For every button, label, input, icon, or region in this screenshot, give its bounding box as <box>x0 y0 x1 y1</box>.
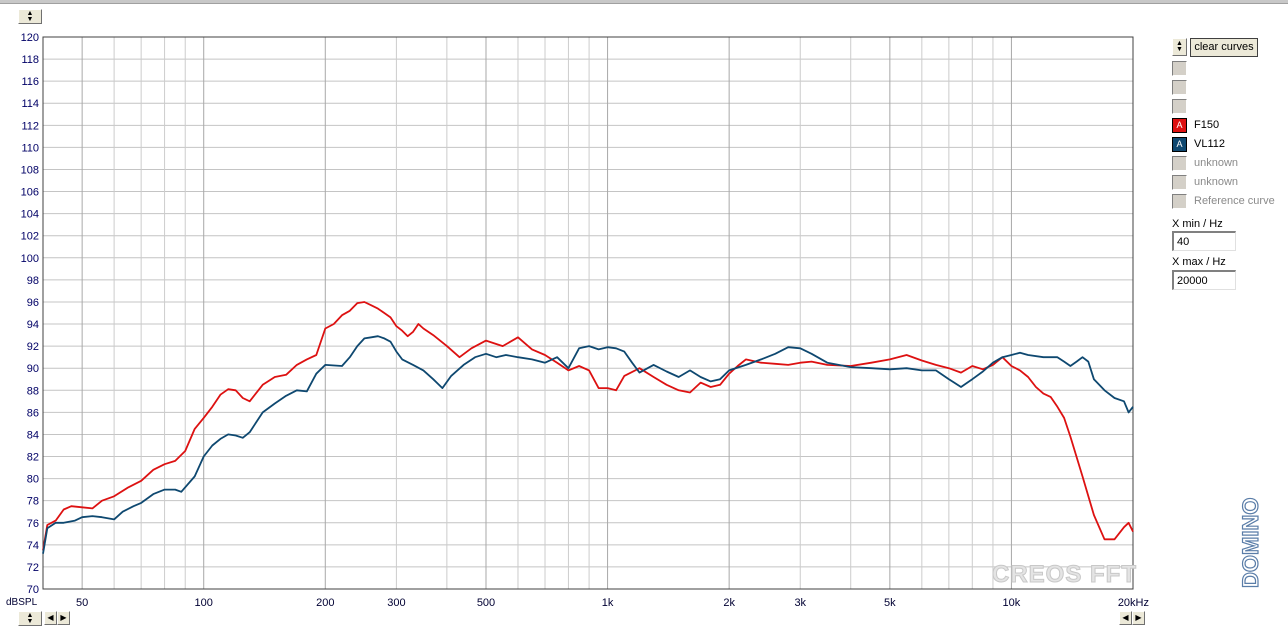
x-tick-label: 200 <box>316 597 334 609</box>
y-tick-label: 72 <box>27 562 39 574</box>
y-tick-label: 116 <box>21 76 39 88</box>
xmin-label: X min / Hz <box>1172 218 1223 230</box>
domino-logo-text: DOMINO <box>1238 498 1263 588</box>
curve-slot-toggle[interactable] <box>1172 99 1187 114</box>
y-tick-label: 108 <box>21 164 39 176</box>
xmin-input[interactable] <box>1172 231 1236 251</box>
x-tick-label: 2k <box>723 597 735 609</box>
curve-slot-toggle[interactable] <box>1172 80 1187 95</box>
y-tick-label: 78 <box>27 496 39 508</box>
scroll-left-button[interactable]: ◀ <box>44 611 57 625</box>
x-tick-labels: 50 100 200 300 500 1k 2k 3k 5k 10k 20kHz <box>76 597 1149 609</box>
spinner-down-icon: ▼ <box>26 617 34 625</box>
clear-curves-button[interactable]: clear curves <box>1190 38 1258 57</box>
y-tick-label: 120 <box>21 32 39 44</box>
bottom-left-spinner[interactable]: ▲ ▼ <box>18 611 42 626</box>
curve-slot-label: unknown <box>1194 176 1239 188</box>
x-tick-label: 500 <box>477 597 495 609</box>
x-tick-label: 5k <box>884 597 896 609</box>
y-tick-label: 110 <box>21 142 39 154</box>
xmax-label: X max / Hz <box>1172 256 1226 268</box>
frequency-response-chart: 70 72 74 76 78 80 82 84 86 88 90 92 94 96 98 100 102 104 1… <box>6 32 1149 609</box>
y-tick-labels: 70 72 74 76 78 80 82 84 86 88 90 92 94 96 98 100 102 104 1… <box>21 32 39 596</box>
curve-slot-label: VL112 <box>1194 138 1225 150</box>
scroll-right-right-button[interactable]: ▶ <box>1132 611 1145 625</box>
y-tick-label: 70 <box>27 584 39 596</box>
y-tick-label: 114 <box>21 98 39 110</box>
curve-slot-label: unknown <box>1194 157 1239 169</box>
y-tick-label: 80 <box>27 474 39 486</box>
plot-area <box>43 37 1133 589</box>
y-tick-label: 76 <box>27 518 39 530</box>
y-axis-label: dBSPL <box>6 597 38 608</box>
x-tick-label: 10k <box>1003 597 1021 609</box>
curve-slot-label: Reference curve <box>1194 195 1275 207</box>
y-tick-label: 90 <box>27 363 39 375</box>
y-tick-label: 92 <box>27 341 39 353</box>
curve-spinner[interactable]: ▲ ▼ <box>1172 38 1187 56</box>
curve-slot-toggle[interactable]: A <box>1172 118 1187 133</box>
y-tick-label: 102 <box>21 231 39 243</box>
y-tick-label: 88 <box>27 385 39 397</box>
scroll-right-button[interactable]: ▶ <box>57 611 70 625</box>
curve-slot-label: F150 <box>1194 119 1220 131</box>
y-tick-label: 100 <box>21 253 39 265</box>
y-tick-label: 74 <box>27 540 39 552</box>
curve-slot-toggle[interactable]: A <box>1172 137 1187 152</box>
x-tick-label: 3k <box>794 597 806 609</box>
y-tick-label: 82 <box>27 452 39 464</box>
y-tick-label: 118 <box>21 54 39 66</box>
curve-slot-toggle[interactable] <box>1172 194 1187 209</box>
scroll-right-left-button[interactable]: ◀ <box>1119 611 1132 625</box>
spinner-down-icon: ▼ <box>1176 46 1183 53</box>
curve-slot-toggle[interactable] <box>1172 175 1187 190</box>
y-tick-label: 86 <box>27 407 39 419</box>
y-tick-label: 104 <box>21 209 39 221</box>
curve-slot-toggle[interactable] <box>1172 156 1187 171</box>
x-tick-label: 1k <box>602 597 614 609</box>
curve-slot-toggle[interactable] <box>1172 61 1187 76</box>
xmax-input[interactable] <box>1172 270 1236 290</box>
x-tick-label: 300 <box>387 597 405 609</box>
creos-fft-watermark: CREOS FFT <box>992 561 1137 588</box>
chart-grid <box>42 36 1134 590</box>
y-tick-label: 96 <box>27 297 39 309</box>
y-tick-label: 98 <box>27 275 39 287</box>
y-tick-label: 94 <box>27 319 39 331</box>
y-tick-label: 112 <box>21 120 39 132</box>
x-tick-label: 20kHz <box>1118 597 1149 609</box>
x-tick-label: 50 <box>76 597 88 609</box>
y-tick-label: 106 <box>21 187 39 199</box>
domino-logo: DOMINO <box>1238 497 1264 589</box>
y-tick-label: 84 <box>27 429 39 441</box>
x-tick-label: 100 <box>195 597 213 609</box>
